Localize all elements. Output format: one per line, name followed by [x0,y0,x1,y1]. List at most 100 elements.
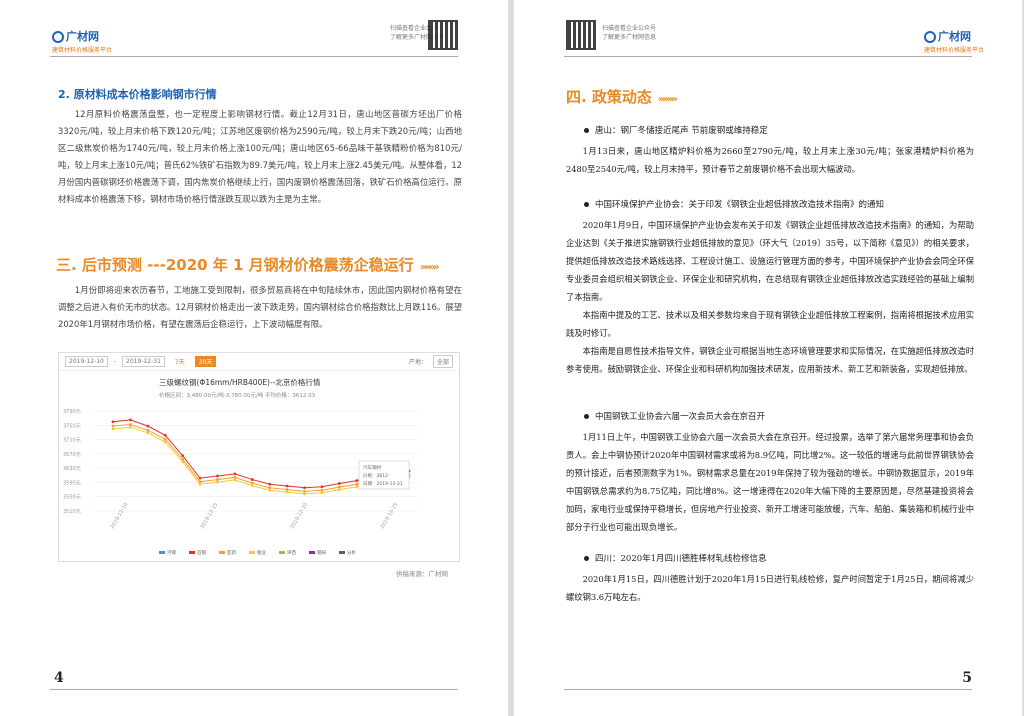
legend-label: 分析 [347,549,356,556]
data-point [146,431,150,435]
page-number: 5 [962,670,972,686]
data-point [355,482,359,486]
paragraph-forecast: 1月份即将迎来农历春节，工地施工受到限制，很多贸易商将在中旬陆续休市，因此国内钢… [58,285,462,329]
y-tick-label: 3710元 [63,438,81,444]
legend-swatch [189,551,195,554]
x-tick-label: 2019-12-10 [110,502,130,530]
region-select[interactable]: 全部 [432,355,453,368]
legend-swatch [279,551,285,554]
footer-divider [564,689,972,690]
data-point [233,478,237,482]
legend-swatch [159,551,165,554]
chart-toolbar: 2019-12-10 - 2019-12-31 7天 30天 产地： 全部 [59,353,459,371]
y-tick-label: 3790元 [63,409,81,415]
y-tick-label: 3550元 [63,495,81,501]
data-point [216,478,219,481]
news-item-title: 中国钢铁工业协会六届一次会员大会在京召开 [584,410,765,422]
qr-code-icon [566,20,596,50]
news-item-body: 1月11日上午，中国钢铁工业协会六届一次会员大会在京召开。经过投票，选举了第六届… [566,432,974,532]
data-point [181,460,185,464]
legend-swatch [339,551,345,554]
news-item-title: 中国环境保护产业协会：关于印发《钢铁企业超低排放改造技术指南》的通知 [584,198,884,210]
data-point [163,437,167,441]
data-point [303,492,306,496]
news-item-title: 唐山：钢厂冬储接近尾声 节前废钢或维持稳定 [584,124,768,136]
paragraph-raw-materials: 12月原料价格震荡盘整，也一定程度上影响钢材行情。截止12月31日，唐山地区普碳… [58,109,462,204]
legend-label: 亚新 [227,549,236,556]
right-page: 扫描查看企业公众号 了解更多广材网信息 广材网 建筑材料价格服务平台 四. 政策… [514,0,1022,716]
date-from-input[interactable]: 2019-12-10 [65,356,108,367]
data-point [111,427,115,431]
logo-icon [52,31,64,43]
data-point [285,484,289,488]
line-chart: 三级螺纹钢(Φ16mm/HRB400E)--北京价格行情价格区间：3,480.0… [63,377,419,556]
data-point [250,478,254,481]
logo-icon [924,31,936,43]
region-label: 产地： [408,359,427,366]
data-point [129,418,132,422]
qr-code-icon [428,20,458,50]
data-point [320,491,324,495]
date-to-input[interactable]: 2019-12-31 [122,356,165,367]
tooltip-line: 汽车钢材 [363,464,381,471]
data-point [320,485,324,489]
data-point [250,484,254,488]
legend-label: 河钢 [167,549,176,556]
x-tick-label: 2019-12-25 [380,502,400,530]
range-30-button[interactable]: 30天 [194,356,217,367]
y-tick-label: 3590元 [63,480,81,486]
data-point [268,486,272,490]
news-item-body: 2020年1月15日，四川德胜计划于2020年1月15日进行轧线检修，复产时间暂… [566,574,974,602]
data-point [198,482,202,486]
footer-divider [50,689,458,690]
chart-subtitle: 价格区间：3,480.00元/吨-3,780.00元/吨 平均价格：3612.0… [159,391,316,399]
logo: 广材网 建筑材料价格服务平台 [924,30,985,54]
data-point [233,476,237,479]
news-item-body: 本指南中提及的工艺、技术以及相关参数均来自于现有钢铁企业超低排放工程案例，指南将… [566,310,974,338]
bullet-icon [584,128,589,133]
news-item-body: 1月13日来，唐山地区精炉料价格为2660至2790元/吨，较上月末上涨30元/… [566,146,974,174]
price-chart-panel: 2019-12-10 - 2019-12-31 7天 30天 产地： 全部 三级… [58,352,460,562]
data-point [285,490,289,494]
data-point [337,485,341,489]
qr-caption: 扫描查看企业公众号 了解更多广材网信息 [602,25,657,41]
left-page: 广材网 建筑材料价格服务平台 扫描查看企业公众号 了解更多广材网信息 2. 原材… [0,0,508,716]
y-tick-label: 3510元 [63,509,81,515]
bullet-icon [584,556,589,561]
data-point [111,424,115,428]
y-tick-label: 3630元 [63,466,81,472]
sub-heading: 2. 原材料成本价格影响钢市行情 [58,88,217,101]
data-point [163,433,167,437]
data-point [320,488,324,492]
data-point [268,482,272,486]
page-number: 4 [54,670,64,686]
y-tick-label: 3750元 [63,423,81,429]
legend-swatch [219,551,225,554]
range-7-button[interactable]: 7天 [171,356,189,367]
section-title-policy: 四. 政策动态»»»» [566,88,678,106]
data-point [355,485,359,489]
data-point [233,472,237,476]
data-point [303,489,306,493]
legend-label: 津西 [287,549,296,556]
chevrons-icon: »»»» [657,94,678,105]
header-divider [50,56,458,57]
chart-source: 供稿来源：广材网 [396,570,448,578]
data-point [216,474,219,478]
tooltip-line: 日期：2019-12-31 [363,481,403,487]
bullet-icon [584,202,589,207]
data-point [198,476,202,480]
data-point [355,479,359,483]
tooltip-line: 价格：3612 [363,472,388,479]
news-item-body: 本指南是自愿性技术指导文件，钢铁企业可根据当地生态环境管理要求和实际情况，在实施… [566,346,974,374]
data-point [303,486,306,490]
data-point [250,481,254,485]
legend-swatch [309,551,315,554]
bullet-icon [584,414,589,419]
legend-label: 敬业 [257,549,266,556]
x-tick-label: 2019-12-20 [290,502,310,530]
data-point [146,424,150,428]
data-point [181,454,185,458]
data-point [111,420,115,424]
y-tick-label: 3670元 [63,452,81,458]
